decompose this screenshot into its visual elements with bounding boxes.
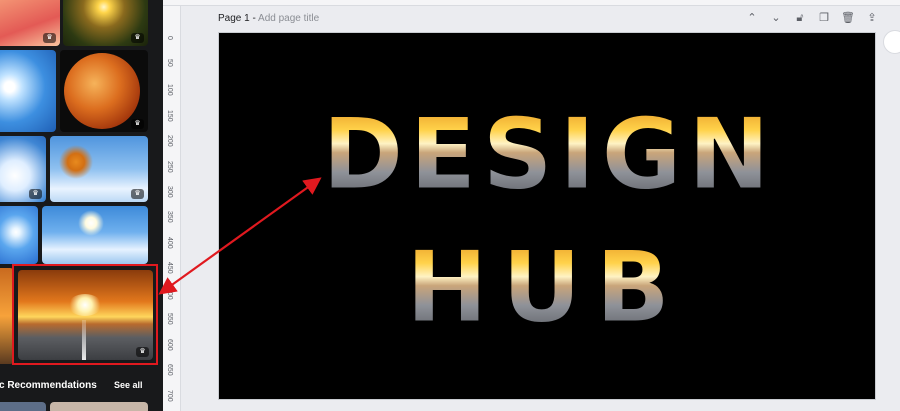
editor-root: ♛ ♛ ♛ ♛ ♛ ♛ c Recommendations See all 0 … [0,0,900,411]
image-thumb-sunset-sky[interactable]: ♛ [0,0,60,46]
ruler-tick: 350 [166,211,173,223]
design-artwork: DESIGN HUB [322,98,776,346]
ruler-tick: 550 [166,313,173,325]
design-text-line1[interactable]: DESIGN [322,98,776,213]
ruler-tick: 250 [166,161,173,173]
sun-glow [68,294,102,316]
ruler-left: 0 50 100 150 200 250 300 350 400 450 500… [163,6,181,411]
image-thumb-planet-venus[interactable]: ♛ [60,50,148,132]
ruler-top [163,0,900,6]
sun-image [78,210,104,236]
page-title-input[interactable]: Add page title [258,13,319,24]
premium-crown-icon: ♛ [131,119,144,129]
premium-crown-icon: ♛ [29,189,42,199]
page-actions-toolbar: ⌃ ⌄ 🔓︎ ❐ 🗑︎ ⇪ [740,10,884,26]
comment-icon[interactable] [883,30,900,54]
image-thumb-sun-grass[interactable]: ♛ [63,0,148,46]
image-panel: ♛ ♛ ♛ ♛ ♛ ♛ c Recommendations See all [0,0,163,411]
image-thumb-row-bottom-2[interactable] [50,402,148,411]
page-label[interactable]: Page 1 - Add page title [218,13,319,24]
ruler-tick: 650 [166,364,173,376]
ruler-tick: 600 [166,339,173,351]
image-thumb-row-bottom-1[interactable] [0,402,46,411]
premium-crown-icon: ♛ [131,189,144,199]
road-line [82,320,86,360]
recommendations-title: c Recommendations [0,380,97,391]
image-thumb-autumn-leaves-sky[interactable]: ♛ [50,136,148,202]
page-number-label: Page 1 - [218,13,259,24]
ruler-tick: 450 [166,262,173,274]
planet-image [64,53,140,129]
ruler-tick: 0 [166,36,173,40]
ruler-tick: 100 [166,84,173,96]
premium-crown-icon: ♛ [136,347,149,357]
image-thumb-sunburst-blue[interactable] [0,50,56,132]
leaves-image [56,142,96,182]
chevron-down-icon[interactable]: ⌄ [764,10,788,26]
ruler-tick: 150 [166,110,173,122]
see-all-link[interactable]: See all [114,380,143,390]
ruler-tick: 200 [166,135,173,147]
design-canvas[interactable]: DESIGN HUB [218,32,876,400]
ruler-tick: 300 [166,186,173,198]
design-text-line2[interactable]: HUB [405,231,684,346]
image-thumb-clouds-blue[interactable]: ♛ [0,136,46,202]
chevron-up-icon[interactable]: ⌃ [740,10,764,26]
image-thumb-star-sun[interactable] [0,206,38,264]
ruler-tick: 50 [166,59,173,67]
image-thumb-sunset-road-selected[interactable]: ♛ [18,270,153,360]
image-thumb-sun-clouds[interactable] [42,206,148,264]
ruler-tick: 700 [166,390,173,402]
duplicate-icon[interactable]: ❐ [812,10,836,26]
add-page-icon[interactable]: ⇪ [860,10,884,26]
trash-icon[interactable]: 🗑︎ [836,10,860,26]
ruler-tick: 500 [166,288,173,300]
image-thumb-sunset-left[interactable] [0,268,14,364]
lock-icon[interactable]: 🔓︎ [788,10,812,26]
premium-crown-icon: ♛ [131,33,144,43]
premium-crown-icon: ♛ [43,33,56,43]
ruler-tick: 400 [166,237,173,249]
